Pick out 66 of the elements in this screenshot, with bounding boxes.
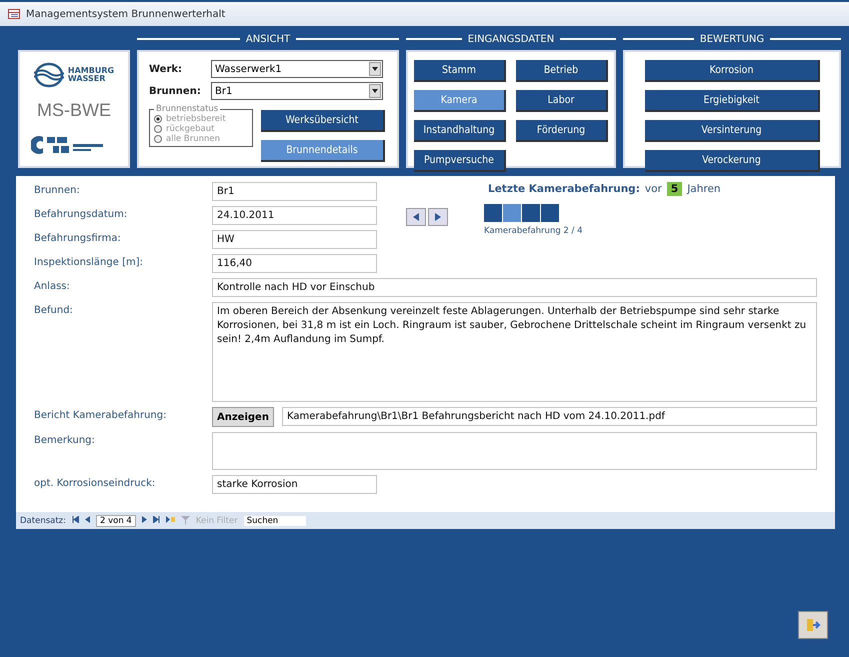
group-legend: Brunnenstatus <box>154 104 220 114</box>
section-heading: BEWERTUNG <box>623 32 841 46</box>
pager-caption: Kamerabefahrung 2 / 4 <box>484 226 583 236</box>
field-label: Anlass: <box>34 280 71 292</box>
new-record-icon[interactable] <box>166 516 175 525</box>
form-icon <box>8 9 20 19</box>
field-label: Werk: <box>149 64 184 74</box>
previous-record-icon[interactable] <box>85 516 90 525</box>
text-field[interactable]: 24.10.2011 <box>212 206 377 225</box>
previous-button[interactable] <box>406 208 426 226</box>
view-button[interactable]: Werksübersicht <box>261 110 385 132</box>
suffix-text: Jahren <box>687 183 721 195</box>
field-label: Brunnen: <box>149 86 202 96</box>
input-data-button[interactable]: Betrieb <box>516 60 608 82</box>
field-label: opt. Korrosionseindruck: <box>34 477 156 489</box>
rating-button[interactable]: Ergiebigkeit <box>645 90 820 112</box>
radio-label: betriebsbereit <box>166 114 226 124</box>
wave-logo-icon <box>34 62 64 88</box>
text-field[interactable]: 116,40 <box>212 254 377 273</box>
right-triangle-icon <box>435 213 441 221</box>
input-data-button[interactable]: Stamm <box>414 60 506 82</box>
next-record-icon[interactable] <box>142 516 147 525</box>
field-label: Bemerkung: <box>34 434 96 446</box>
inspection-label: Letzte Kamerabefahrung: <box>488 183 640 195</box>
window-title: Managementsystem Brunnenwerterhalt <box>26 8 226 20</box>
input-data-button[interactable]: Instandhaltung <box>414 120 506 142</box>
field-label: Bericht Kamerabefahrung: <box>34 409 168 421</box>
radio-label: rückgebaut <box>166 124 214 134</box>
dropdown-field[interactable]: Wasserwerk1 <box>211 60 383 78</box>
next-button[interactable] <box>428 208 448 226</box>
rating-button[interactable]: Korrosion <box>645 60 820 82</box>
text-field[interactable]: Br1 <box>212 182 377 201</box>
exit-button[interactable] <box>798 611 828 639</box>
field-label: Befund: <box>34 304 74 316</box>
door-arrow-icon <box>805 618 821 632</box>
record-position-field[interactable]: 2 von 4 <box>96 514 136 526</box>
field-label: Brunnen: <box>34 184 81 196</box>
rating-button[interactable]: Verockerung <box>645 150 820 172</box>
last-record-icon[interactable] <box>152 516 160 525</box>
field-label: Inspektionslänge [m]: <box>34 256 144 268</box>
record-label: Datensatz: <box>20 516 66 526</box>
rating-button[interactable]: Versinterung <box>645 120 820 142</box>
radio-label: alle Brunnen <box>166 134 220 144</box>
input-data-button[interactable]: Pumpversuche <box>414 150 506 172</box>
left-triangle-icon <box>413 213 419 221</box>
text-field[interactable]: Kontrolle nach HD vor Einschub <box>212 278 817 297</box>
section-heading: EINGANGSDATEN <box>406 32 616 46</box>
field-label: Befahrungsfirma: <box>34 232 122 244</box>
prefix-text: vor <box>644 183 662 195</box>
field-label: Befahrungsdatum: <box>34 208 128 220</box>
section-heading: ANSICHT <box>137 32 399 46</box>
input-data-button[interactable]: Labor <box>516 90 608 112</box>
text-field[interactable]: HW <box>212 230 377 249</box>
filter-icon <box>180 516 190 525</box>
search-field[interactable]: Suchen <box>244 516 306 526</box>
text-area[interactable]: Im oberen Bereich der Absenkung vereinzelt feste Ablagerungen. Unterhalb der Betriebspumpe sind sehr starke Korrosionen, bei 31,8 m ist ein Loch. Ringraum ist sauber, Gebrochene Drittelschale scheint im Ringraum versenkt zu sein! 2,4m Auflandung im Sumpf. <box>212 302 817 402</box>
text-field[interactable]: Kamerabefahrung\Br1\Br1 Befahrungsbericht nach HD vom 24.10.2011.pdf <box>282 407 817 426</box>
text-field[interactable]: starke Korrosion <box>212 475 377 494</box>
brand-name: WASSER <box>68 75 106 84</box>
first-record-icon[interactable] <box>72 516 79 525</box>
app-name: MS-BWE <box>37 100 111 122</box>
years-badge: 5 <box>666 182 682 196</box>
show-button[interactable]: Anzeigen <box>212 407 274 427</box>
input-data-button[interactable]: Förderung <box>516 120 608 142</box>
dropdown-field[interactable]: Br1 <box>211 82 383 100</box>
brand-name: HAMBURG <box>68 67 114 76</box>
